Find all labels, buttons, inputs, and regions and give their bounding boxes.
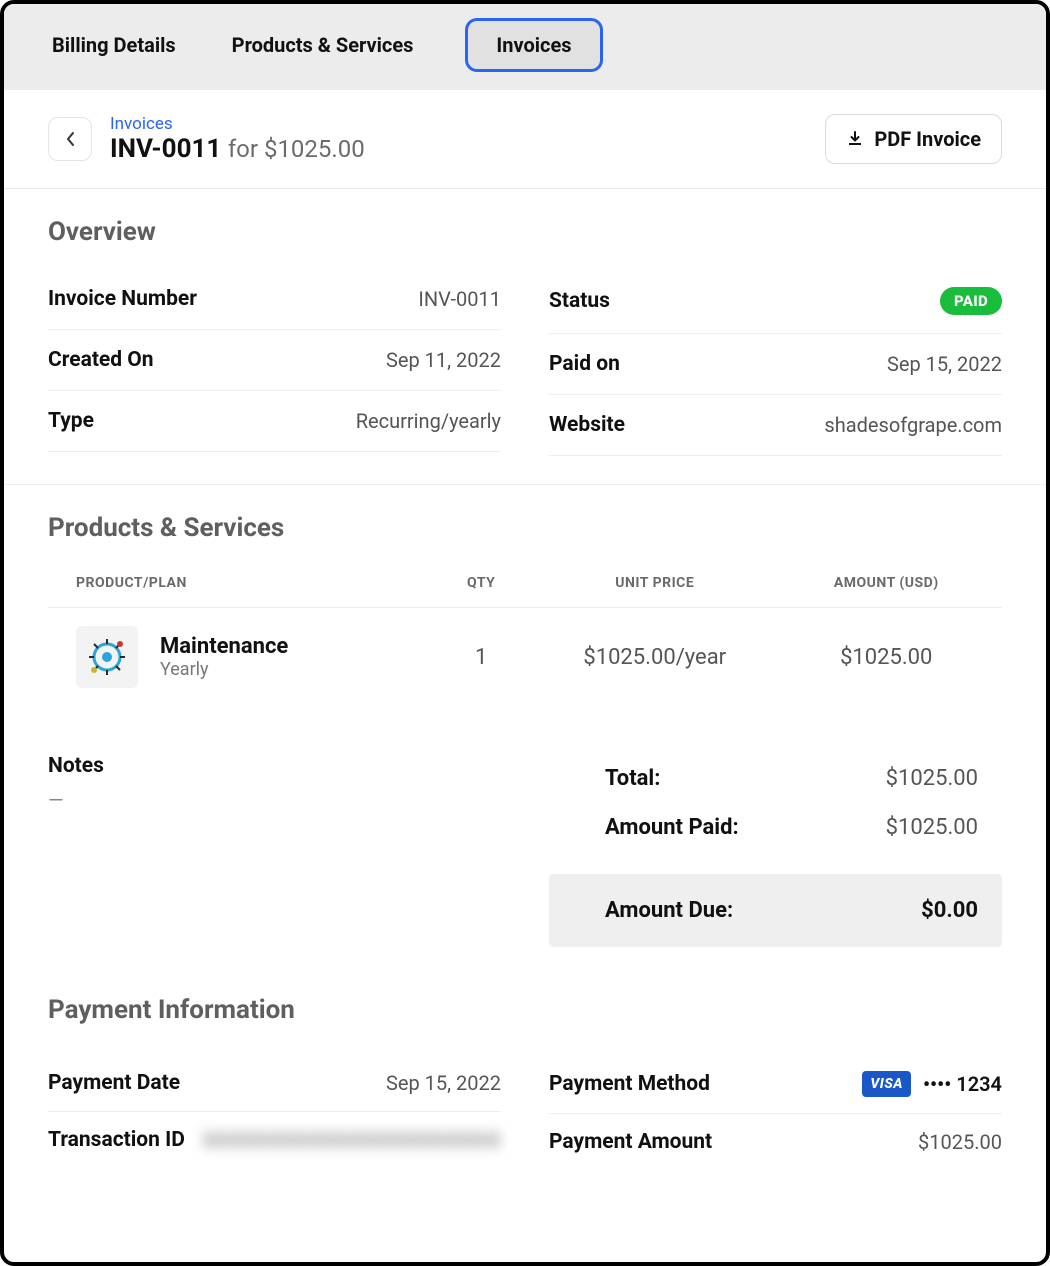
- overview-title: Overview: [48, 217, 1002, 247]
- notes-block: Notes —: [48, 754, 501, 947]
- value-created-on: Sep 11, 2022: [386, 348, 501, 372]
- amount-paid-label: Amount Paid:: [605, 815, 739, 840]
- amount-due-row: Amount Due: $0.00: [549, 874, 1002, 947]
- col-product: PRODUCT/PLAN: [76, 575, 423, 591]
- tab-bar: Billing Details Products & Services Invo…: [4, 4, 1046, 90]
- label-paid-on: Paid on: [549, 352, 620, 376]
- row-status: Status PAID: [549, 269, 1002, 334]
- pdf-invoice-button[interactable]: PDF Invoice: [825, 114, 1002, 164]
- product-amount: $1025.00: [771, 645, 1003, 670]
- label-created-on: Created On: [48, 348, 154, 372]
- col-amount: AMOUNT (USD): [771, 575, 1003, 591]
- total-label: Total:: [605, 766, 660, 791]
- value-payment-date: Sep 15, 2022: [386, 1071, 501, 1095]
- row-payment-amount: Payment Amount $1025.00: [549, 1114, 1002, 1170]
- value-type: Recurring/yearly: [356, 409, 501, 433]
- card-mask: •••• 1234: [923, 1072, 1002, 1096]
- row-type: Type Recurring/yearly: [48, 391, 501, 452]
- label-website: Website: [549, 413, 625, 437]
- notes-label: Notes: [48, 754, 501, 778]
- tab-billing-details[interactable]: Billing Details: [48, 21, 180, 69]
- gear-icon: [76, 626, 138, 688]
- for-word: for: [228, 135, 258, 163]
- products-section: Products & Services PRODUCT/PLAN QTY UNI…: [4, 485, 1046, 975]
- amount-paid-row: Amount Paid: $1025.00: [549, 803, 1002, 852]
- label-payment-date: Payment Date: [48, 1071, 180, 1095]
- pdf-invoice-label: PDF Invoice: [874, 127, 981, 151]
- tab-products-services[interactable]: Products & Services: [228, 21, 418, 69]
- row-payment-date: Payment Date Sep 15, 2022: [48, 1055, 501, 1112]
- back-button[interactable]: [48, 117, 92, 161]
- total-value: $1025.00: [886, 766, 978, 791]
- products-table-head: PRODUCT/PLAN QTY UNIT PRICE AMOUNT (USD): [48, 565, 1002, 608]
- row-website: Website shadesofgrape.com: [549, 395, 1002, 456]
- tab-invoices[interactable]: Invoices: [465, 18, 602, 72]
- product-name: Maintenance: [160, 634, 288, 659]
- label-transaction-id: Transaction ID: [48, 1128, 185, 1152]
- label-payment-method: Payment Method: [549, 1072, 710, 1096]
- value-transaction-id: XXXXXXXXXXXXXXXXXXXXXX: [203, 1128, 501, 1152]
- label-status: Status: [549, 289, 610, 313]
- row-invoice-number: Invoice Number INV-0011: [48, 269, 501, 330]
- product-qty: 1: [423, 645, 539, 670]
- label-type: Type: [48, 409, 94, 433]
- label-invoice-number: Invoice Number: [48, 287, 197, 311]
- payment-title: Payment Information: [48, 995, 1002, 1025]
- table-row: Maintenance Yearly 1 $1025.00/year $1025…: [48, 608, 1002, 706]
- visa-badge-icon: VISA: [862, 1071, 911, 1097]
- breadcrumb-invoices[interactable]: Invoices: [110, 114, 365, 134]
- invoice-id: INV-0011: [110, 134, 221, 164]
- product-period: Yearly: [160, 659, 288, 680]
- amount-paid-value: $1025.00: [886, 815, 978, 840]
- value-payment-amount: $1025.00: [918, 1130, 1002, 1154]
- row-created-on: Created On Sep 11, 2022: [48, 330, 501, 391]
- product-unit-price: $1025.00/year: [539, 645, 771, 670]
- amount-due-value: $0.00: [921, 898, 978, 923]
- label-payment-amount: Payment Amount: [549, 1130, 712, 1154]
- download-icon: [846, 130, 864, 148]
- row-transaction-id: Transaction ID XXXXXXXXXXXXXXXXXXXXXX: [48, 1112, 501, 1168]
- totals-block: Total: $1025.00 Amount Paid: $1025.00 Am…: [549, 754, 1002, 947]
- payment-section: Payment Information Payment Date Sep 15,…: [4, 975, 1046, 1198]
- chevron-left-icon: [65, 131, 75, 147]
- overview-section: Overview Invoice Number INV-0011 Created…: [4, 189, 1046, 485]
- invoice-amount: $1025.00: [264, 135, 365, 163]
- col-qty: QTY: [423, 575, 539, 591]
- notes-value: —: [48, 788, 501, 812]
- col-unit-price: UNIT PRICE: [539, 575, 771, 591]
- total-row: Total: $1025.00: [549, 754, 1002, 803]
- row-paid-on: Paid on Sep 15, 2022: [549, 334, 1002, 395]
- products-title: Products & Services: [48, 513, 1002, 543]
- page-header: Invoices INV-0011 for $1025.00 PDF Invoi…: [4, 90, 1046, 189]
- amount-due-label: Amount Due:: [605, 898, 733, 923]
- row-payment-method: Payment Method VISA •••• 1234: [549, 1055, 1002, 1114]
- page-title: INV-0011 for $1025.00: [110, 134, 365, 164]
- value-paid-on: Sep 15, 2022: [887, 352, 1002, 376]
- value-invoice-number: INV-0011: [418, 287, 501, 311]
- status-badge: PAID: [940, 287, 1002, 315]
- value-website: shadesofgrape.com: [824, 413, 1002, 437]
